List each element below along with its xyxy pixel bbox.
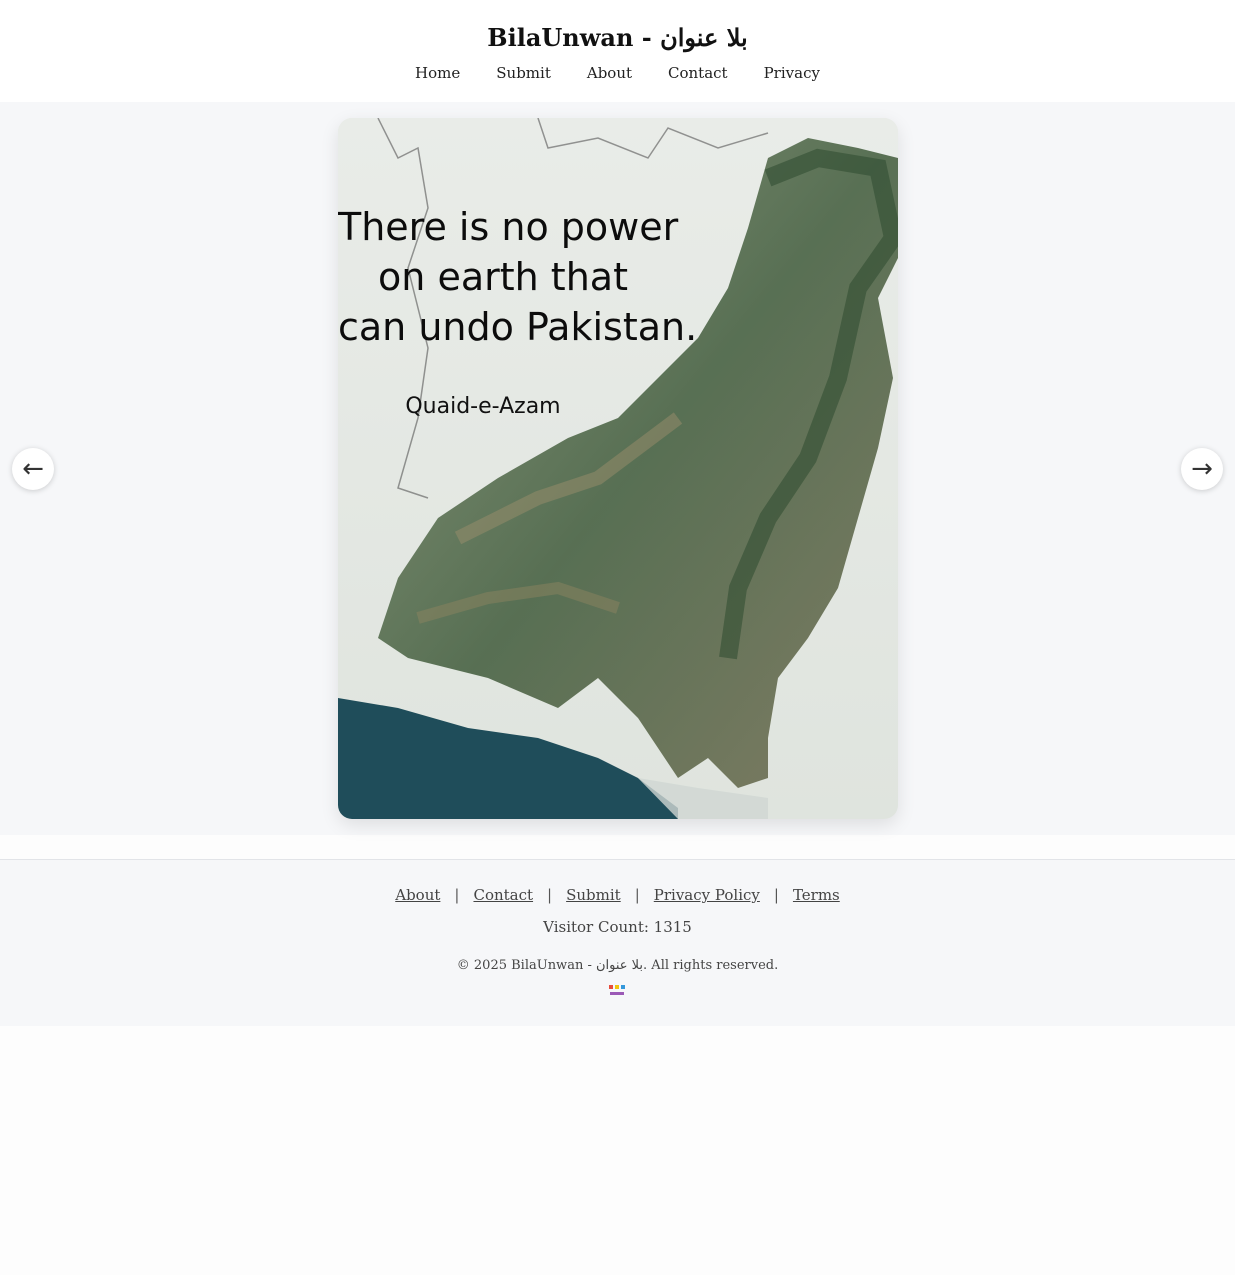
quote-line-3: can undo Pakistan. [338, 305, 698, 349]
footer-links: About | Contact | Submit | Privacy Polic… [0, 886, 1235, 904]
nav-contact[interactable]: Contact [668, 62, 728, 84]
image-slider: There is no power on earth that can undo… [0, 102, 1235, 835]
footer-separator: | [547, 886, 553, 904]
quote-line-1: There is no power [338, 205, 679, 249]
site-badge-icon[interactable] [608, 984, 626, 998]
main-nav: Home Submit About Contact Privacy [0, 62, 1235, 84]
copyright-text: © 2025 BilaUnwan - بلا عنوان. All rights… [456, 958, 779, 973]
quote-line-2: on earth that [378, 255, 628, 299]
footer-separator: | [634, 886, 640, 904]
arrow-left-icon: ← [22, 454, 44, 484]
prev-slide-button[interactable]: ← [12, 448, 54, 490]
footer-link-contact[interactable]: Contact [473, 886, 533, 904]
nav-about[interactable]: About [587, 62, 632, 84]
next-slide-button[interactable]: → [1181, 448, 1223, 490]
slide-image[interactable]: There is no power on earth that can undo… [338, 118, 898, 819]
footer-link-submit[interactable]: Submit [566, 886, 621, 904]
site-footer: About | Contact | Submit | Privacy Polic… [0, 859, 1235, 1026]
nav-submit[interactable]: Submit [496, 62, 551, 84]
nav-privacy[interactable]: Privacy [764, 62, 820, 84]
footer-link-terms[interactable]: Terms [793, 886, 840, 904]
footer-separator: | [454, 886, 460, 904]
visitor-count: Visitor Count: 1315 [543, 918, 692, 936]
footer-separator: | [773, 886, 779, 904]
arrow-right-icon: → [1191, 454, 1213, 484]
footer-link-about[interactable]: About [395, 886, 440, 904]
quote-author: Quaid-e-Azam [405, 394, 561, 419]
site-title[interactable]: BilaUnwan - بلا عنوان [0, 20, 1235, 56]
nav-home[interactable]: Home [415, 62, 460, 84]
footer-link-privacy-policy[interactable]: Privacy Policy [654, 886, 760, 904]
site-header: BilaUnwan - بلا عنوان Home Submit About … [0, 0, 1235, 102]
slide-quote: There is no power on earth that can undo… [338, 202, 698, 352]
